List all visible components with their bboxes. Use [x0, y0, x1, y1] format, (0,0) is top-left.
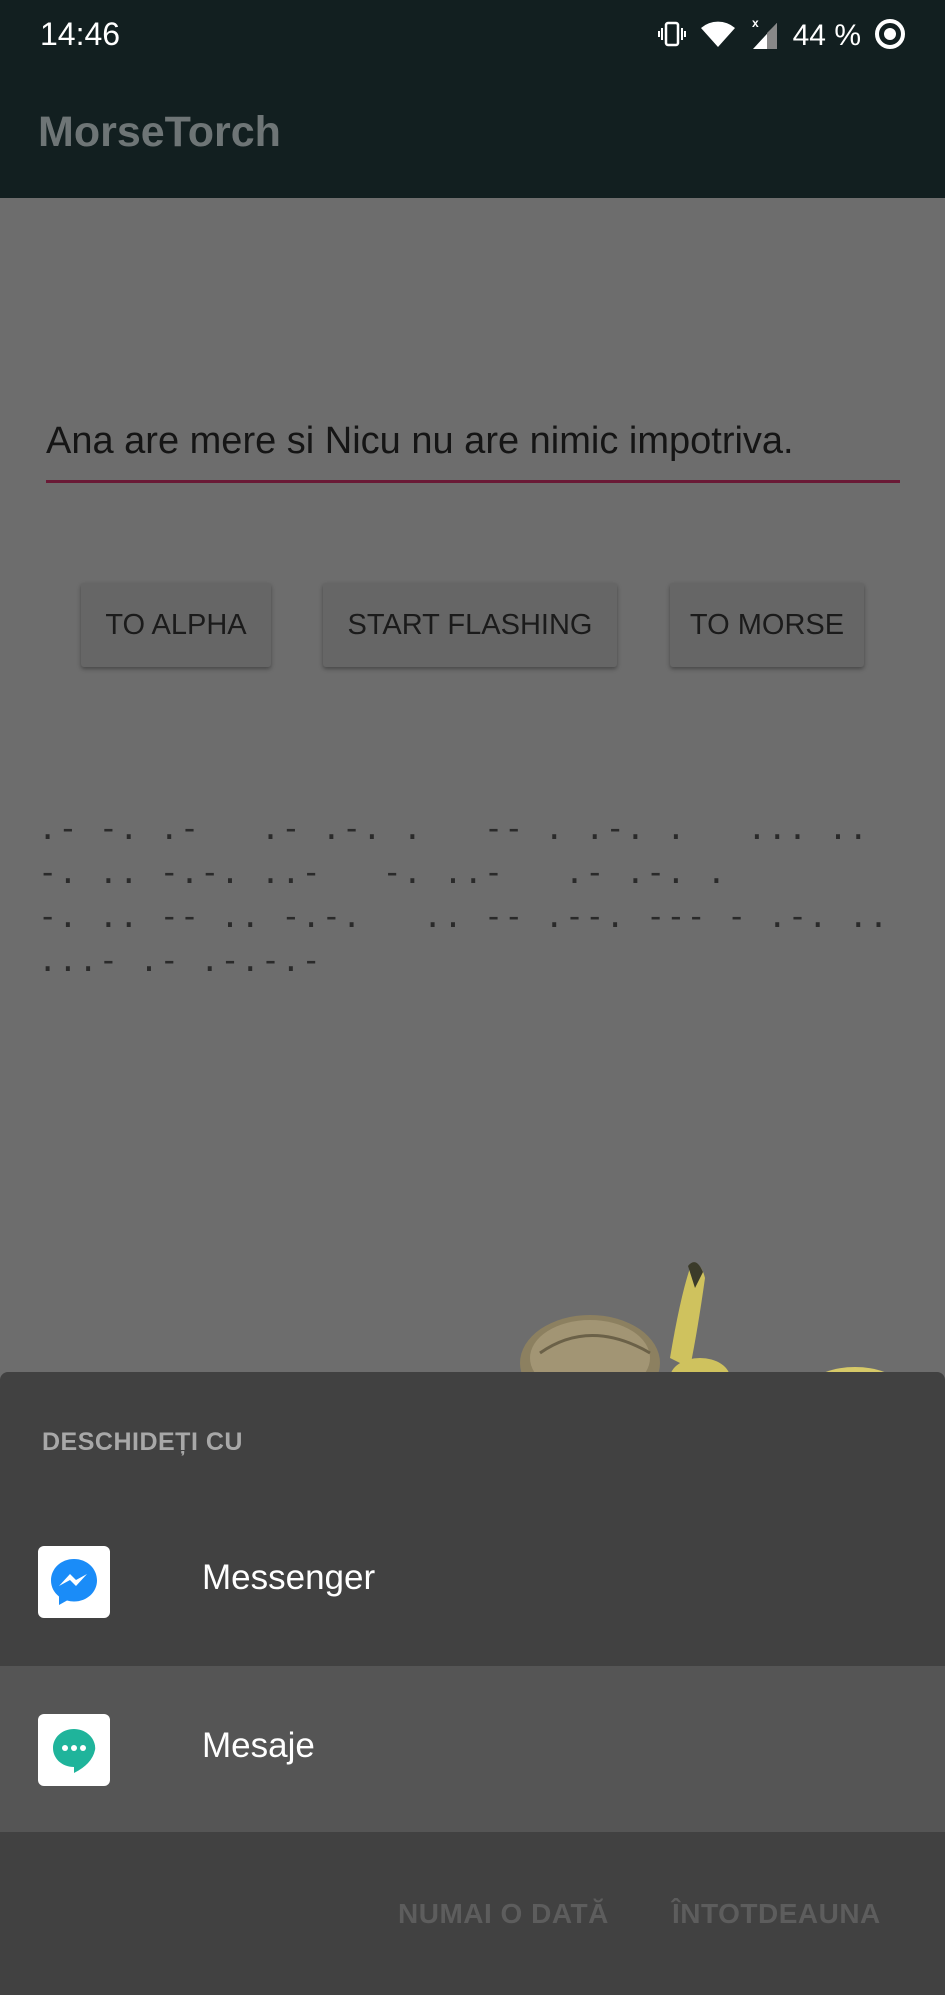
- sheet-title: DESCHIDEȚI CU: [42, 1428, 243, 1456]
- to-alpha-button[interactable]: TO ALPHA: [81, 583, 271, 667]
- battery-percent: 44 %: [792, 19, 861, 52]
- app-title: MorseTorch: [38, 108, 281, 156]
- status-icons: x 44 %: [657, 14, 907, 58]
- start-flashing-button[interactable]: START FLASHING: [323, 583, 617, 667]
- status-bar: 14:46 x 44 %: [0, 0, 945, 72]
- messages-icon: [38, 1714, 110, 1786]
- to-morse-button[interactable]: TO MORSE: [670, 583, 864, 667]
- status-time: 14:46: [40, 16, 121, 52]
- always-button[interactable]: ÎNTOTDEAUNA: [672, 1898, 881, 1930]
- app-option-messages[interactable]: Mesaje: [0, 1666, 945, 1834]
- svg-text:x: x: [752, 17, 759, 30]
- messages-label: Mesaje: [202, 1726, 315, 1765]
- sheet-actions: NUMAI O DATĂ ÎNTOTDEAUNA: [0, 1832, 945, 1995]
- input-underline: [46, 480, 900, 483]
- message-input[interactable]: Ana are mere si Nicu nu are nimic impotr…: [46, 420, 898, 480]
- wifi-icon: [699, 19, 737, 54]
- app-option-messenger[interactable]: Messenger: [0, 1498, 945, 1666]
- open-with-sheet: DESCHIDEȚI CU Messenger Mesaje NUMAI O D…: [0, 1372, 945, 1995]
- battery-saver-icon: [873, 17, 907, 56]
- morse-output: .- -. .- .- .-. . -- . .-. . ... .. -. .…: [38, 809, 890, 979]
- messenger-icon: [38, 1546, 110, 1618]
- just-once-button[interactable]: NUMAI O DATĂ: [398, 1898, 609, 1930]
- vibrate-icon: [657, 19, 687, 54]
- app-bar: MorseTorch: [0, 72, 945, 198]
- signal-icon: x: [749, 16, 781, 56]
- messenger-label: Messenger: [202, 1558, 376, 1597]
